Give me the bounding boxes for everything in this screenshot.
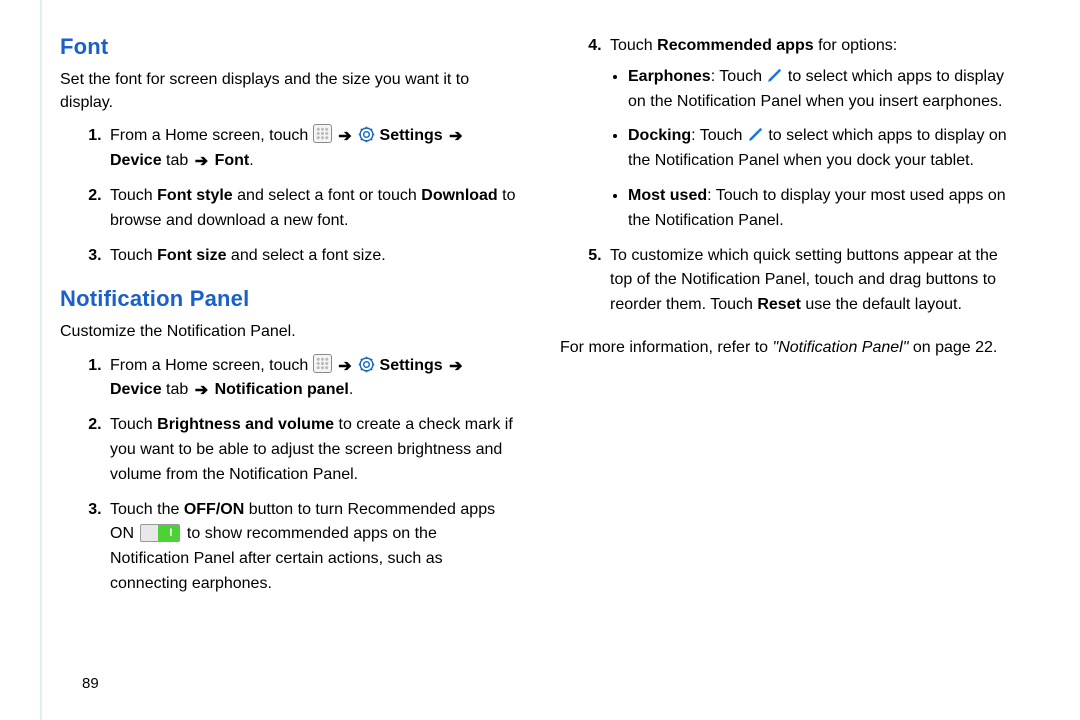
font-step-3: Touch Font size and select a font size. (106, 244, 520, 269)
arrow-icon: ➔ (447, 125, 464, 150)
arrow-icon: ➔ (336, 355, 353, 380)
font-lead: Set the font for screen displays and the… (60, 68, 520, 114)
device-label: Device (110, 152, 162, 169)
pencil-icon (747, 126, 764, 143)
right-column: Touch Recommended apps for options: Earp… (550, 34, 1040, 720)
apps-icon (313, 124, 332, 143)
text: on page 22. (908, 339, 997, 356)
option-docking: Docking: Touch to select which apps to d… (628, 124, 1020, 174)
text-bold: Reset (757, 296, 801, 313)
text: From a Home screen, touch (110, 127, 313, 144)
page-number: 89 (82, 675, 99, 692)
np-step-2: Touch Brightness and volume to create a … (106, 413, 520, 487)
cross-reference: For more information, refer to "Notifica… (560, 336, 1020, 360)
np-steps: From a Home screen, touch ➔ Settings ➔ D… (60, 354, 520, 597)
pencil-icon (766, 67, 783, 84)
text: Touch (610, 37, 657, 54)
text: Touch (110, 187, 157, 204)
option-label: Docking (628, 127, 691, 144)
apps-icon (313, 354, 332, 373)
option-most-used: Most used: Touch to display your most us… (628, 184, 1020, 234)
text: Touch (110, 416, 157, 433)
manual-page: Font Set the font for screen displays an… (0, 0, 1080, 720)
font-step-2: Touch Font style and select a font or to… (106, 184, 520, 234)
text: : Touch (691, 127, 747, 144)
settings-icon (358, 126, 375, 143)
text: Touch (110, 247, 157, 264)
heading-font: Font (60, 34, 520, 60)
text: tab (162, 381, 193, 398)
text: Touch the (110, 501, 184, 518)
np-step-1: From a Home screen, touch ➔ Settings ➔ D… (106, 354, 520, 404)
text-bold: Download (421, 187, 497, 204)
arrow-icon: ➔ (193, 150, 210, 175)
np-step-5: To customize which quick setting buttons… (606, 244, 1020, 318)
np-step-3: Touch the OFF/ON button to turn Recommen… (106, 498, 520, 597)
text: and select a font size. (226, 247, 385, 264)
text-bold: Recommended apps (657, 37, 813, 54)
device-label: Device (110, 381, 162, 398)
text-bold: Font size (157, 247, 226, 264)
text: : Touch (711, 68, 767, 85)
text: From a Home screen, touch (110, 357, 313, 374)
text: tab (162, 152, 193, 169)
settings-label: Settings (380, 127, 443, 144)
text: For more information, refer to (560, 339, 773, 356)
font-step-1: From a Home screen, touch ➔ Settings ➔ D… (106, 124, 520, 174)
text: for options: (814, 37, 898, 54)
option-label: Most used (628, 187, 707, 204)
toggle-on-icon (140, 524, 180, 542)
ref-title: "Notification Panel" (773, 339, 909, 356)
recommended-apps-options: Earphones: Touch to select which apps to… (610, 65, 1020, 234)
font-steps: From a Home screen, touch ➔ Settings ➔ D… (60, 124, 520, 268)
option-earphones: Earphones: Touch to select which apps to… (628, 65, 1020, 115)
np-step-4: Touch Recommended apps for options: Earp… (606, 34, 1020, 234)
np-steps-continued: Touch Recommended apps for options: Earp… (560, 34, 1020, 318)
arrow-icon: ➔ (336, 125, 353, 150)
settings-icon (358, 356, 375, 373)
text-bold: Brightness and volume (157, 416, 334, 433)
np-lead: Customize the Notification Panel. (60, 320, 520, 343)
np-target: Notification panel (215, 381, 349, 398)
heading-notification-panel: Notification Panel (60, 286, 520, 312)
left-column: Font Set the font for screen displays an… (60, 34, 550, 720)
text-bold: OFF/ON (184, 501, 244, 518)
text: use the default layout. (801, 296, 962, 313)
option-label: Earphones (628, 68, 711, 85)
settings-label: Settings (380, 357, 443, 374)
gutter-line (40, 0, 42, 720)
arrow-icon: ➔ (447, 355, 464, 380)
text: and select a font or touch (233, 187, 422, 204)
font-target: Font (215, 152, 250, 169)
arrow-icon: ➔ (193, 379, 210, 404)
text-bold: Font style (157, 187, 233, 204)
